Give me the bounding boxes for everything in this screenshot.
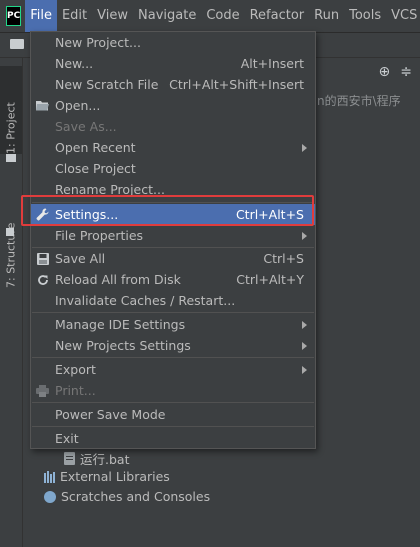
menu-item-label: Exit — [55, 431, 79, 446]
menu-item-label: Power Save Mode — [55, 407, 166, 422]
tree-item-scratches[interactable]: Scratches and Consoles — [44, 489, 210, 504]
pycharm-logo-icon: PC — [6, 6, 22, 26]
submenu-arrow-icon — [302, 365, 307, 374]
menu-item-save-all[interactable]: Save All Ctrl+S — [31, 248, 315, 269]
tree-item-file-label: 运行.bat — [80, 452, 130, 467]
menu-file-label: File — [30, 8, 52, 23]
menu-item-label: New Project... — [55, 35, 141, 50]
menu-item-save-as[interactable]: Save As... — [31, 116, 315, 137]
menu-edit[interactable]: Edit — [57, 0, 92, 32]
menu-item-settings[interactable]: Settings... Ctrl+Alt+S — [31, 204, 315, 225]
menu-item-label: New... — [55, 56, 94, 71]
menu-item-close-project[interactable]: Close Project — [31, 158, 315, 179]
structure-icon[interactable] — [6, 228, 14, 236]
menu-item-label: Print... — [55, 383, 96, 398]
menu-item-label: Open... — [55, 98, 101, 113]
menu-item-new-projects-settings[interactable]: New Projects Settings — [31, 335, 315, 356]
menu-view[interactable]: View — [92, 0, 133, 32]
menu-item-shortcut: Ctrl+Alt+Y — [236, 272, 304, 287]
menu-item-shortcut: Ctrl+S — [263, 251, 304, 266]
menu-item-label: New Scratch File — [55, 77, 159, 92]
left-tool-strip: 1: Project 7: Structure — [0, 58, 23, 547]
menu-item-print[interactable]: Print... — [31, 380, 315, 401]
menu-item-reload-all[interactable]: Reload All from Disk Ctrl+Alt+Y — [31, 269, 315, 290]
tree-item-file[interactable]: 运行.bat — [64, 449, 129, 468]
menu-item-export[interactable]: Export — [31, 359, 315, 380]
menu-item-new[interactable]: New... Alt+Insert — [31, 53, 315, 74]
menu-item-rename-project[interactable]: Rename Project... — [31, 179, 315, 200]
menu-item-label: Open Recent — [55, 140, 136, 155]
menu-edit-label: Edit — [61, 8, 88, 23]
menu-item-new-scratch-file[interactable]: New Scratch File Ctrl+Alt+Shift+Insert — [31, 74, 315, 95]
menu-separator — [32, 312, 314, 313]
bat-file-icon — [64, 452, 75, 465]
menu-item-label: File Properties — [55, 228, 144, 243]
tree-item-scratches-label: Scratches and Consoles — [61, 489, 211, 504]
locate-icon[interactable]: ⊕ — [379, 64, 391, 80]
menu-item-label: New Projects Settings — [55, 338, 191, 353]
collapse-icon[interactable]: ≑ — [400, 64, 412, 80]
reload-icon — [36, 273, 49, 286]
menu-run-label: Run — [314, 8, 340, 23]
file-menu-dropdown: New Project... New... Alt+Insert New Scr… — [30, 31, 316, 449]
menu-vcs[interactable]: VCS — [386, 0, 420, 32]
project-path-fragment: n的西安市\程序 — [317, 94, 401, 108]
tab-project-label: 1: Project — [4, 102, 18, 154]
menu-item-shortcut: Ctrl+Alt+S — [235, 207, 304, 222]
tab-structure[interactable]: 7: Structure — [0, 208, 22, 288]
menu-item-open[interactable]: Open... — [31, 95, 315, 116]
menu-refactor-label: Refactor — [249, 8, 305, 23]
menu-item-invalidate-caches[interactable]: Invalidate Caches / Restart... — [31, 290, 315, 311]
menu-navigate-label: Navigate — [138, 8, 197, 23]
menu-item-open-recent[interactable]: Open Recent — [31, 137, 315, 158]
menu-vcs-label: VCS — [391, 8, 418, 23]
menu-item-exit[interactable]: Exit — [31, 428, 315, 449]
scratches-icon — [44, 490, 56, 503]
project-folder-icon[interactable] — [6, 153, 16, 162]
menu-item-label: Save As... — [55, 119, 117, 134]
tree-item-external-libraries[interactable]: External Libraries — [44, 469, 170, 484]
submenu-arrow-icon — [302, 341, 307, 350]
folder-icon[interactable] — [10, 39, 24, 49]
menu-code-label: Code — [206, 8, 240, 23]
menu-item-new-project[interactable]: New Project... — [31, 32, 315, 53]
menu-item-shortcut: Ctrl+Alt+Shift+Insert — [169, 77, 304, 92]
submenu-arrow-icon — [302, 231, 307, 240]
menu-code[interactable]: Code — [201, 0, 244, 32]
tree-item-external-libraries-label: External Libraries — [60, 469, 170, 484]
submenu-arrow-icon — [302, 143, 307, 152]
menu-item-shortcut: Alt+Insert — [240, 56, 304, 71]
menu-item-label: Rename Project... — [55, 182, 165, 197]
menu-view-label: View — [97, 8, 129, 23]
open-folder-icon — [36, 99, 49, 112]
menu-item-label: Settings... — [55, 207, 119, 222]
menu-tools-label: Tools — [349, 8, 382, 23]
menu-file[interactable]: File — [25, 0, 57, 32]
menu-item-label: Reload All from Disk — [55, 272, 181, 287]
menu-item-label: Invalidate Caches / Restart... — [55, 293, 236, 308]
menu-item-label: Export — [55, 362, 96, 377]
tab-project[interactable]: 1: Project — [0, 66, 22, 154]
menu-item-label: Close Project — [55, 161, 136, 176]
menu-separator — [32, 402, 314, 403]
menu-separator — [32, 202, 314, 203]
menu-tools[interactable]: Tools — [344, 0, 386, 32]
menu-separator — [32, 426, 314, 427]
panel-tools: ⊕ ≑ — [379, 64, 412, 80]
menu-item-label: Manage IDE Settings — [55, 317, 186, 332]
menu-item-label: Save All — [55, 251, 106, 266]
menu-navigate[interactable]: Navigate — [133, 0, 201, 32]
wrench-icon — [36, 208, 49, 221]
menu-refactor[interactable]: Refactor — [245, 0, 310, 32]
menu-item-power-save-mode[interactable]: Power Save Mode — [31, 404, 315, 425]
menu-item-file-properties[interactable]: File Properties — [31, 225, 315, 246]
libraries-icon — [44, 470, 55, 483]
menu-run[interactable]: Run — [309, 0, 344, 32]
print-icon — [36, 384, 49, 397]
menu-item-manage-ide-settings[interactable]: Manage IDE Settings — [31, 314, 315, 335]
menu-separator — [32, 357, 314, 358]
save-icon — [36, 252, 49, 265]
menu-bar: PC File Edit View Navigate Code Refactor… — [0, 0, 420, 33]
submenu-arrow-icon — [302, 320, 307, 329]
